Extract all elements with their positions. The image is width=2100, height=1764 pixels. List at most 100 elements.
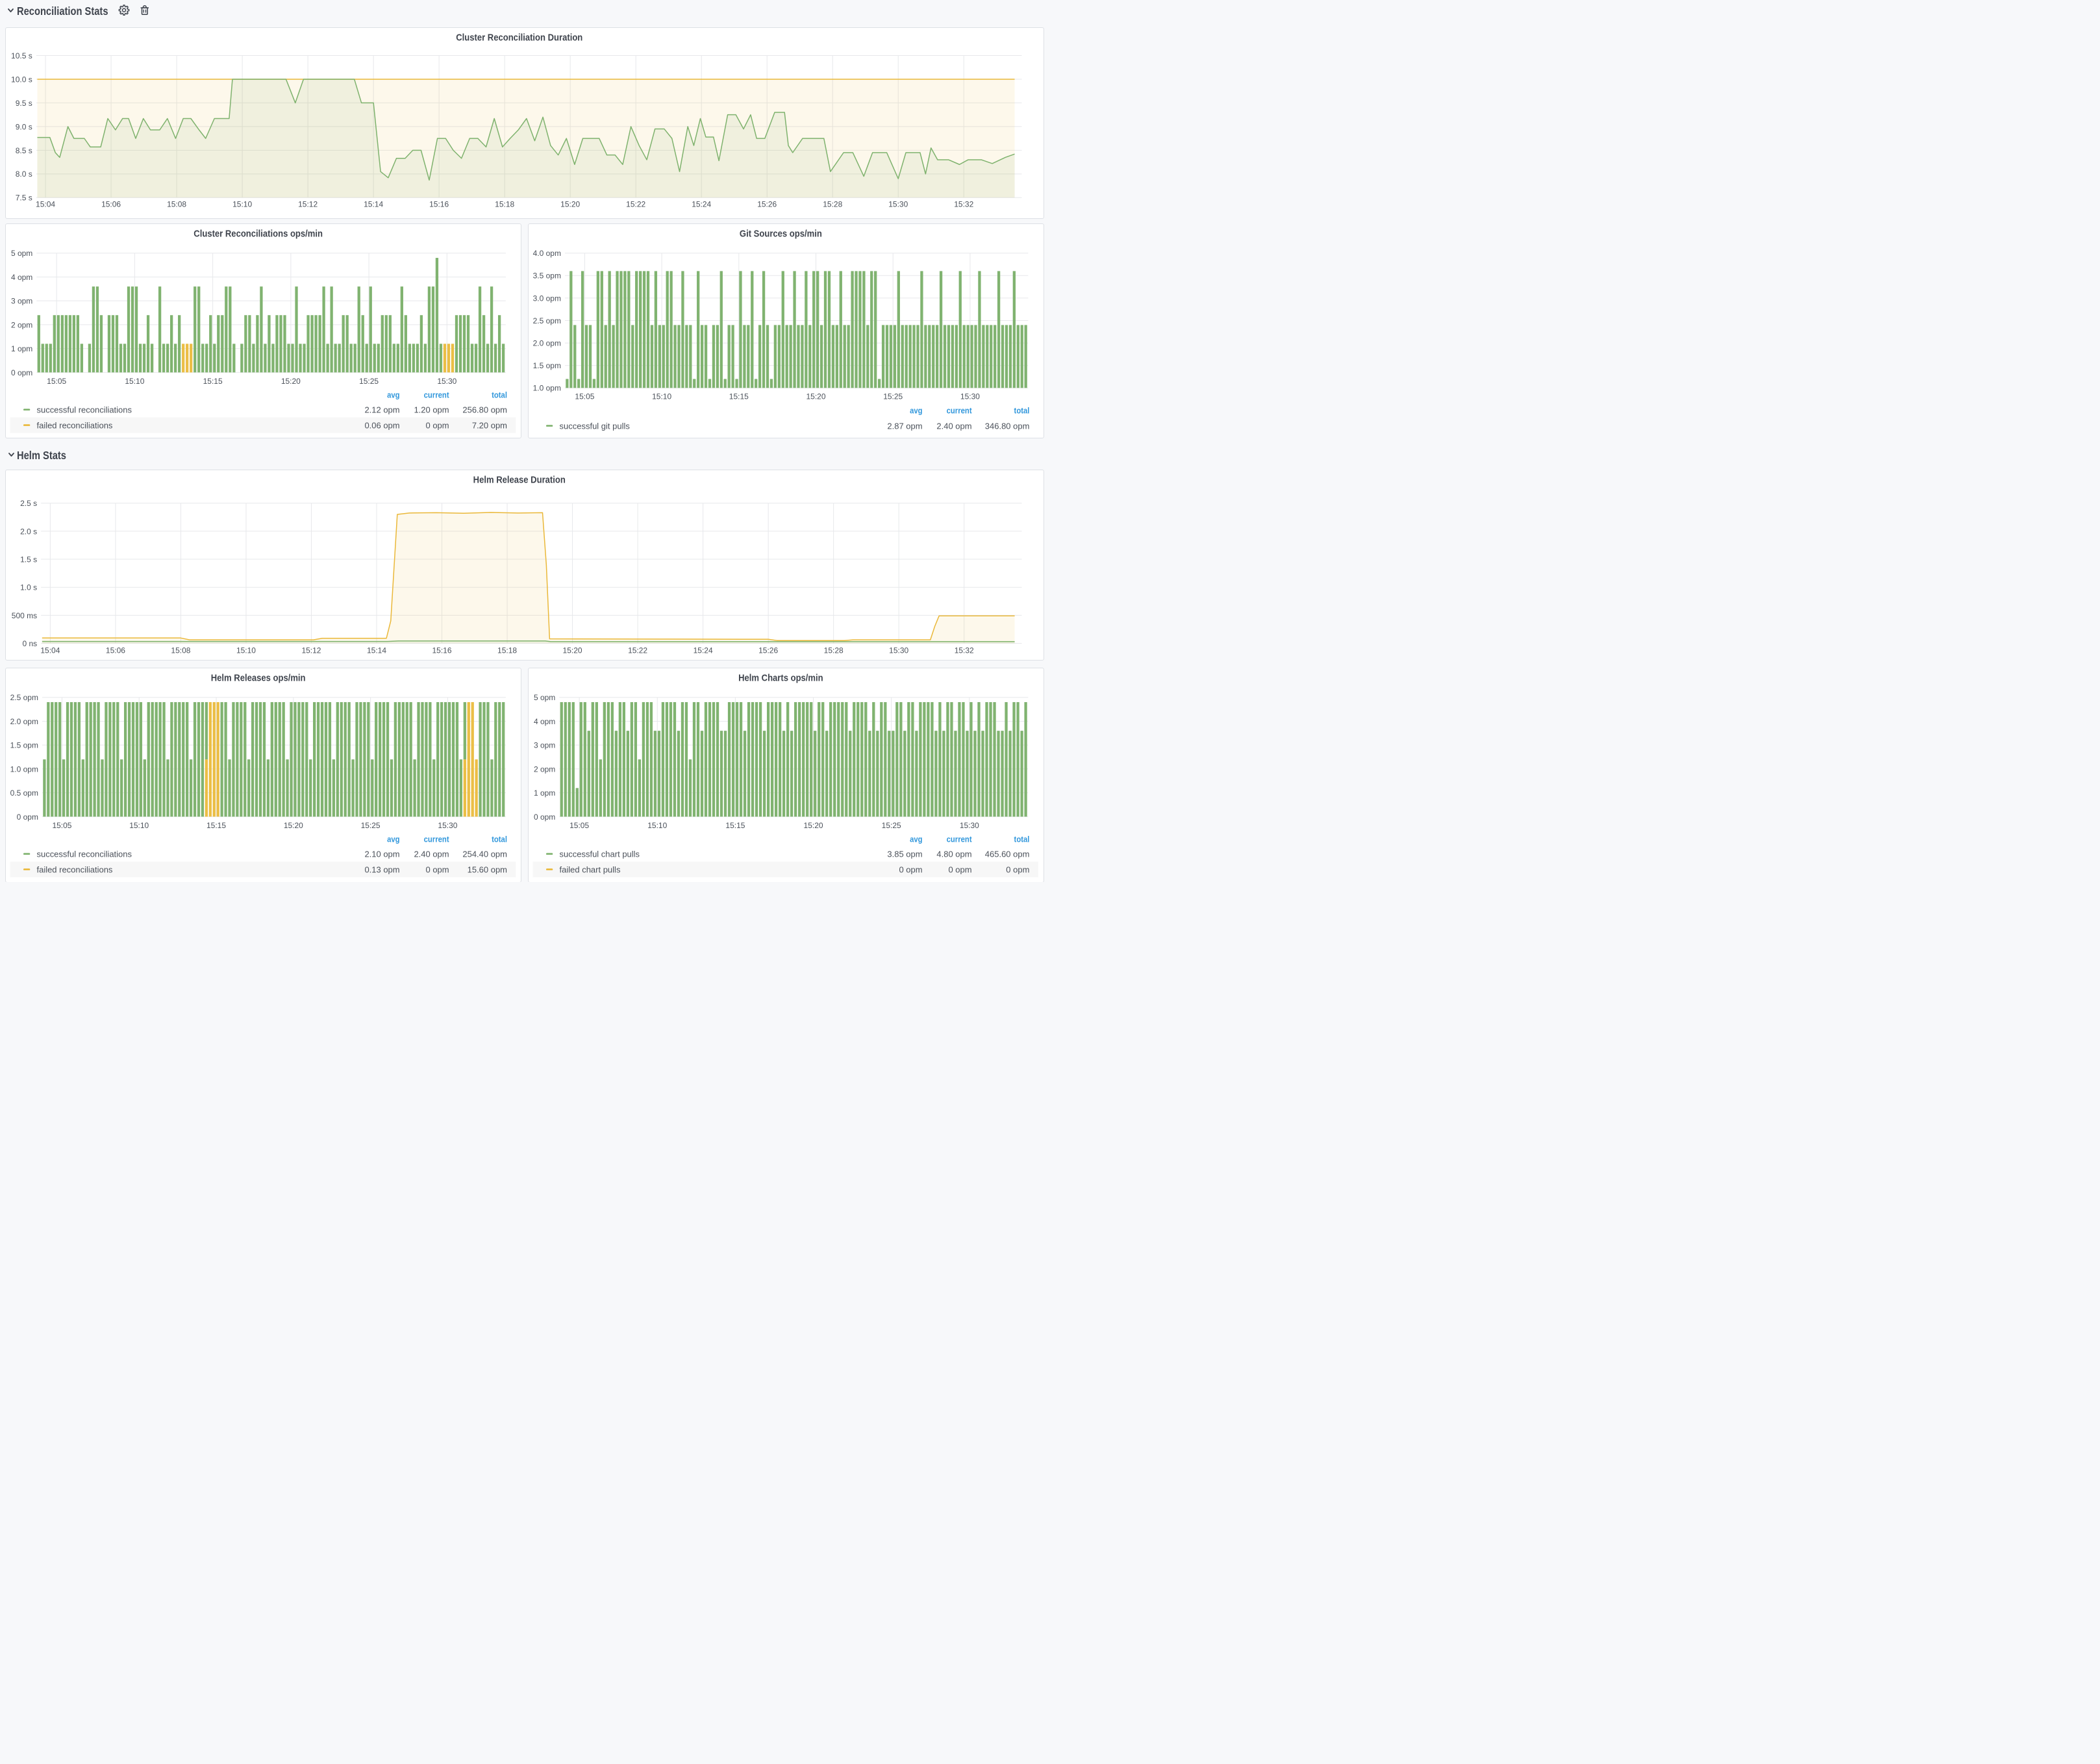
- svg-text:9.5 s: 9.5 s: [16, 98, 32, 107]
- svg-text:7.20 opm: 7.20 opm: [472, 420, 507, 430]
- svg-text:15:22: 15:22: [626, 199, 645, 208]
- svg-text:4 opm: 4 opm: [534, 716, 555, 725]
- svg-text:0 opm: 0 opm: [11, 368, 32, 377]
- svg-text:3.5 opm: 3.5 opm: [532, 271, 560, 281]
- svg-text:15:06: 15:06: [106, 646, 125, 655]
- svg-text:2.5 opm: 2.5 opm: [10, 693, 38, 702]
- svg-text:1 opm: 1 opm: [534, 788, 555, 798]
- svg-text:avg: avg: [910, 834, 923, 844]
- svg-text:15:28: 15:28: [823, 199, 842, 208]
- svg-text:15:24: 15:24: [694, 646, 713, 655]
- svg-text:0 opm: 0 opm: [534, 812, 555, 821]
- svg-text:8.0 s: 8.0 s: [16, 170, 32, 179]
- svg-text:2.0 opm: 2.0 opm: [10, 716, 38, 725]
- svg-text:15:26: 15:26: [757, 199, 777, 208]
- svg-text:2.5 opm: 2.5 opm: [532, 316, 560, 325]
- svg-text:total: total: [492, 834, 507, 844]
- svg-text:4 opm: 4 opm: [11, 273, 32, 282]
- svg-text:10.5 s: 10.5 s: [11, 51, 32, 60]
- svg-text:Helm Release Duration: Helm Release Duration: [473, 474, 566, 485]
- svg-text:successful git pulls: successful git pulls: [559, 421, 630, 431]
- svg-text:15:26: 15:26: [758, 646, 778, 655]
- svg-text:15:30: 15:30: [960, 821, 979, 830]
- svg-text:0 opm: 0 opm: [948, 864, 971, 874]
- svg-text:0 opm: 0 opm: [426, 864, 449, 874]
- svg-text:15:15: 15:15: [725, 821, 745, 830]
- svg-text:15:04: 15:04: [36, 199, 55, 208]
- svg-text:15:15: 15:15: [203, 377, 223, 386]
- svg-text:2.5 s: 2.5 s: [20, 499, 37, 508]
- svg-text:3.0 opm: 3.0 opm: [532, 294, 560, 303]
- svg-text:0 opm: 0 opm: [899, 864, 922, 874]
- svg-text:1 opm: 1 opm: [11, 344, 32, 353]
- svg-text:15:14: 15:14: [367, 646, 386, 655]
- svg-text:2.40 opm: 2.40 opm: [414, 849, 449, 859]
- svg-text:15:32: 15:32: [955, 646, 974, 655]
- svg-text:4.0 opm: 4.0 opm: [532, 249, 560, 258]
- svg-text:2.0 s: 2.0 s: [20, 527, 37, 536]
- svg-text:346.80 opm: 346.80 opm: [985, 421, 1030, 431]
- svg-text:0.5 opm: 0.5 opm: [10, 788, 38, 798]
- svg-text:15:15: 15:15: [206, 820, 226, 829]
- svg-text:15.60 opm: 15.60 opm: [468, 864, 507, 874]
- svg-text:1.0 opm: 1.0 opm: [10, 764, 38, 774]
- svg-text:15:10: 15:10: [647, 821, 667, 830]
- svg-text:15:25: 15:25: [881, 821, 901, 830]
- svg-text:15:22: 15:22: [628, 646, 647, 655]
- svg-text:15:20: 15:20: [563, 646, 582, 655]
- svg-text:15:05: 15:05: [52, 820, 71, 829]
- svg-text:15:25: 15:25: [359, 377, 379, 386]
- svg-text:7.5 s: 7.5 s: [16, 193, 32, 202]
- svg-text:15:08: 15:08: [171, 646, 190, 655]
- svg-text:avg: avg: [387, 834, 400, 844]
- svg-text:0.13 opm: 0.13 opm: [364, 864, 399, 874]
- svg-text:500 ms: 500 ms: [12, 611, 37, 620]
- svg-text:Cluster Reconciliations ops/mi: Cluster Reconciliations ops/min: [194, 229, 323, 240]
- svg-text:4.80 opm: 4.80 opm: [936, 849, 971, 859]
- svg-text:total: total: [492, 390, 507, 400]
- svg-text:current: current: [424, 390, 450, 400]
- svg-text:15:20: 15:20: [560, 199, 580, 208]
- svg-text:15:25: 15:25: [361, 820, 381, 829]
- svg-text:0.06 opm: 0.06 opm: [364, 420, 399, 430]
- svg-text:8.5 s: 8.5 s: [16, 145, 32, 155]
- svg-text:total: total: [1014, 834, 1029, 844]
- svg-text:1.5 opm: 1.5 opm: [10, 740, 38, 750]
- svg-text:2 opm: 2 opm: [11, 320, 32, 329]
- svg-text:15:30: 15:30: [437, 377, 456, 386]
- svg-text:15:15: 15:15: [729, 392, 749, 401]
- svg-text:current: current: [946, 834, 972, 844]
- svg-text:0 opm: 0 opm: [426, 420, 449, 430]
- svg-text:3 opm: 3 opm: [11, 297, 32, 306]
- svg-text:1.5 opm: 1.5 opm: [532, 361, 560, 370]
- svg-text:15:05: 15:05: [569, 821, 589, 830]
- svg-text:1.20 opm: 1.20 opm: [414, 405, 449, 414]
- svg-text:15:06: 15:06: [101, 199, 121, 208]
- svg-text:Git Sources ops/min: Git Sources ops/min: [740, 229, 822, 240]
- svg-text:failed chart pulls: failed chart pulls: [559, 864, 620, 874]
- svg-text:15:16: 15:16: [429, 199, 449, 208]
- svg-text:15:30: 15:30: [438, 820, 457, 829]
- svg-text:15:24: 15:24: [692, 199, 711, 208]
- svg-text:failed reconciliations: failed reconciliations: [36, 864, 112, 874]
- svg-text:9.0 s: 9.0 s: [16, 122, 32, 131]
- svg-text:0 opm: 0 opm: [17, 812, 38, 821]
- svg-text:3.85 opm: 3.85 opm: [887, 849, 922, 859]
- svg-text:current: current: [946, 406, 972, 416]
- svg-text:1.0 opm: 1.0 opm: [532, 384, 560, 393]
- svg-text:5 opm: 5 opm: [11, 249, 32, 258]
- svg-text:15:30: 15:30: [960, 392, 980, 401]
- svg-text:15:14: 15:14: [364, 199, 383, 208]
- svg-text:15:20: 15:20: [281, 377, 301, 386]
- svg-text:15:18: 15:18: [497, 646, 517, 655]
- svg-text:1.0 s: 1.0 s: [20, 583, 37, 592]
- svg-text:successful reconciliations: successful reconciliations: [36, 849, 132, 859]
- svg-text:2.10 opm: 2.10 opm: [364, 849, 399, 859]
- svg-text:15:04: 15:04: [40, 646, 60, 655]
- svg-text:Helm Charts ops/min: Helm Charts ops/min: [738, 672, 823, 683]
- svg-text:15:18: 15:18: [495, 199, 514, 208]
- svg-text:5 opm: 5 opm: [534, 693, 555, 702]
- svg-text:Helm Releases ops/min: Helm Releases ops/min: [211, 672, 306, 683]
- svg-text:3 opm: 3 opm: [534, 740, 555, 750]
- svg-text:15:30: 15:30: [889, 646, 908, 655]
